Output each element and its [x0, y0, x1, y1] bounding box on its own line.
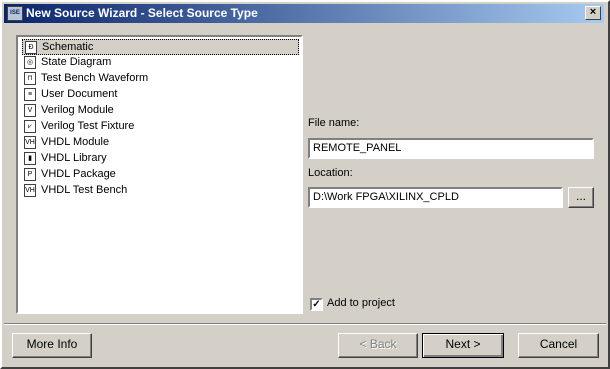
source-type-item[interactable]: ⩗ Verilog Test Fixture [22, 119, 299, 135]
verilog-module-icon: V [24, 104, 36, 117]
back-button[interactable]: < Back [338, 333, 418, 358]
state-diagram-icon: ◎ [24, 56, 36, 69]
location-input[interactable]: D:\Work FPGA\XILINX_CPLD [308, 187, 563, 208]
waveform-icon: ⊓ [24, 72, 36, 85]
new-source-wizard-dialog: ISE New Source Wizard - Select Source Ty… [0, 0, 610, 369]
source-type-item[interactable]: V Verilog Module [22, 103, 299, 119]
source-type-item[interactable]: ◎ State Diagram [22, 55, 299, 71]
add-to-project-checkbox[interactable]: ✓ [310, 298, 323, 311]
divider [4, 323, 606, 325]
vhdl-package-icon: P [24, 168, 36, 181]
close-button[interactable]: × [585, 6, 601, 20]
source-type-label: Verilog Module [41, 104, 114, 116]
source-type-label: Test Bench Waveform [41, 72, 149, 84]
file-name-input[interactable]: REMOTE_PANEL [308, 138, 594, 159]
source-type-label: VHDL Library [41, 152, 107, 164]
source-type-label: User Document [41, 88, 118, 100]
vhdl-library-icon: ▮ [24, 152, 36, 165]
source-type-item[interactable]: VH VHDL Test Bench [22, 183, 299, 199]
schematic-icon: Đ [25, 41, 37, 54]
source-type-item[interactable]: Đ Schematic [22, 39, 299, 55]
location-label: Location: [308, 167, 353, 179]
source-type-label: VHDL Test Bench [41, 184, 128, 196]
source-type-label: Verilog Test Fixture [41, 120, 135, 132]
source-type-item[interactable]: ▮ VHDL Library [22, 151, 299, 167]
source-type-label: State Diagram [41, 56, 112, 68]
source-type-item[interactable]: ⊓ Test Bench Waveform [22, 71, 299, 87]
browse-button[interactable]: ... [568, 187, 594, 208]
source-type-item[interactable]: VH VHDL Module [22, 135, 299, 151]
ise-app-icon: ISE [7, 6, 23, 21]
cancel-button[interactable]: Cancel [518, 333, 599, 358]
next-button[interactable]: Next > [422, 333, 504, 358]
vhdl-module-icon: VH [24, 136, 36, 149]
more-info-button[interactable]: More Info [12, 333, 92, 358]
source-type-list[interactable]: Đ Schematic ◎ State Diagram ⊓ Test Bench Wave… [16, 35, 303, 314]
source-type-item[interactable]: P VHDL Package [22, 167, 299, 183]
vhdl-testbench-icon: VH [24, 184, 36, 197]
source-type-label: VHDL Package [41, 168, 116, 180]
title-bar[interactable]: ISE New Source Wizard - Select Source Ty… [4, 4, 604, 23]
file-name-label: File name: [308, 117, 360, 129]
source-type-label: VHDL Module [41, 136, 110, 148]
source-type-label: Schematic [42, 41, 94, 53]
add-to-project-label: Add to project [327, 297, 395, 309]
verilog-fixture-icon: ⩗ [24, 120, 36, 133]
window-title: New Source Wizard - Select Source Type [26, 6, 258, 20]
document-icon: ≡ [24, 88, 36, 101]
source-type-item[interactable]: ≡ User Document [22, 87, 299, 103]
